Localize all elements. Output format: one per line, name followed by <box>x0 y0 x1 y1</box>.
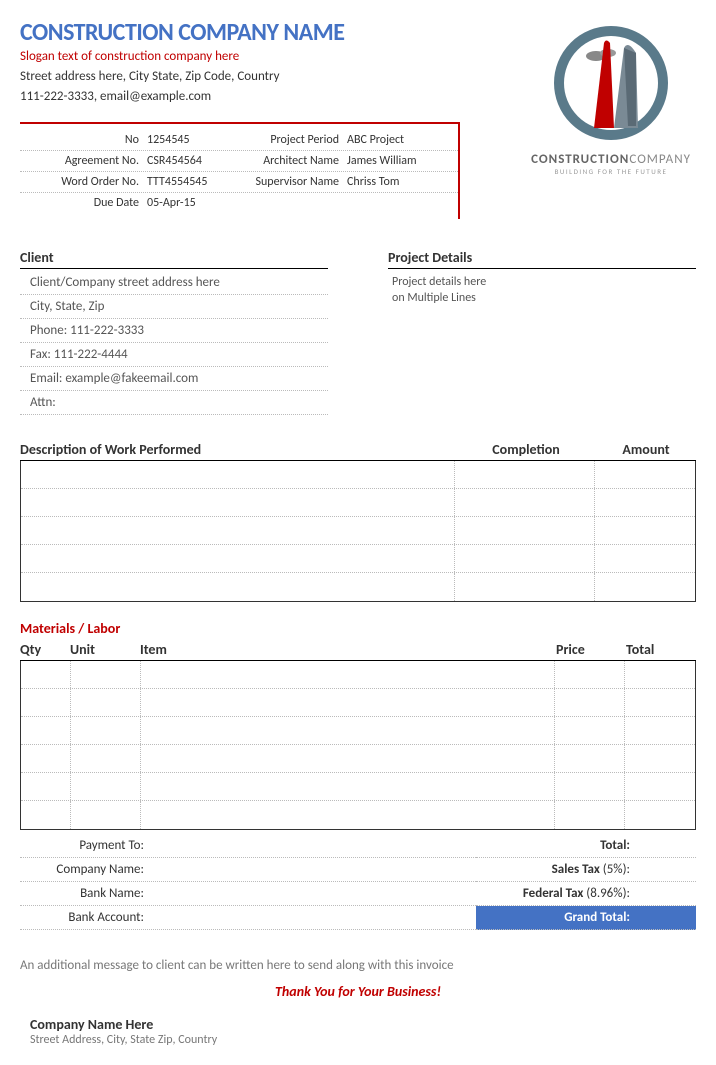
meta-no-value: 1254545 <box>145 133 235 147</box>
federal-tax-label: Federal Tax <box>523 886 583 901</box>
payment-bank-label: Bank Name: <box>20 886 150 901</box>
meta-supervisor-label: Supervisor Name <box>235 175 345 189</box>
client-attn: Attn: <box>20 391 328 415</box>
meta-agreement-label: Agreement No. <box>20 154 145 168</box>
mat-total-header: Total <box>626 641 696 660</box>
mat-unit-header: Unit <box>70 641 140 660</box>
materials-header: Qty Unit Item Price Total <box>20 641 696 661</box>
thank-you: Thank You for Your Business! <box>20 983 696 1000</box>
meta-period-value: ABC Project <box>345 133 458 147</box>
project-meta: No 1254545 Project Period ABC Project Ag… <box>20 122 460 219</box>
logo-tagline: BUILDING FOR THE FUTURE <box>526 167 696 176</box>
payment-to-label: Payment To: <box>20 838 150 853</box>
meta-duedate-label: Due Date <box>20 196 145 210</box>
footer-message: An additional message to client can be w… <box>20 958 696 973</box>
company-logo: CONSTRUCTIONCOMPANY BUILDING FOR THE FUT… <box>526 18 696 176</box>
client-box: Client Client/Company street address her… <box>20 249 328 415</box>
sales-tax-label: Sales Tax <box>552 862 600 877</box>
payment-info: Payment To: Company Name: Bank Name: Ban… <box>20 834 476 930</box>
footer-address: Street Address, City, State Zip, Country <box>20 1033 696 1047</box>
client-citystate: City, State, Zip <box>20 295 328 319</box>
payment-company-label: Company Name: <box>20 862 150 877</box>
meta-no-label: No <box>20 133 145 147</box>
project-details-box: Project Details Project details here on … <box>388 249 696 415</box>
sales-tax-pct: (5%): <box>600 862 630 877</box>
mat-item-header: Item <box>140 641 556 660</box>
totals-block: Total: Sales Tax (5%): Federal Tax (8.96… <box>476 834 696 930</box>
project-details-title: Project Details <box>388 249 696 269</box>
work-table <box>20 461 696 602</box>
work-amount-header: Amount <box>596 441 696 460</box>
work-completion-header: Completion <box>456 441 596 460</box>
document-header: CONSTRUCTION COMPANY NAME Slogan text of… <box>20 18 696 104</box>
federal-tax-pct: (8.96%): <box>583 886 630 901</box>
meta-period-label: Project Period <box>235 133 345 147</box>
payment-account-label: Bank Account: <box>20 910 150 925</box>
mat-qty-header: Qty <box>20 641 70 660</box>
project-line1: Project details here <box>392 275 692 291</box>
meta-architect-label: Architect Name <box>235 154 345 168</box>
client-address: Client/Company street address here <box>20 271 328 295</box>
project-line2: on Multiple Lines <box>392 291 692 307</box>
meta-wordorder-value: TTT4554545 <box>145 175 235 189</box>
footer-company: Company Name Here <box>20 1016 696 1033</box>
grand-total-label: Grand Total: <box>476 910 636 925</box>
work-desc-header: Description of Work Performed <box>20 441 456 460</box>
client-email: Email: example@fakeemail.com <box>20 367 328 391</box>
meta-wordorder-label: Word Order No. <box>20 175 145 189</box>
logo-brand: CONSTRUCTIONCOMPANY <box>526 152 696 167</box>
meta-architect-value: James William <box>345 154 458 168</box>
materials-table <box>20 661 696 830</box>
meta-duedate-value: 05-Apr-15 <box>145 196 235 210</box>
total-label: Total: <box>600 838 630 853</box>
client-title: Client <box>20 249 328 269</box>
meta-agreement-value: CSR454564 <box>145 154 235 168</box>
logo-icon <box>546 18 676 148</box>
client-phone: Phone: 111-222-3333 <box>20 319 328 343</box>
work-header: Description of Work Performed Completion… <box>20 441 696 461</box>
client-fax: Fax: 111-222-4444 <box>20 343 328 367</box>
meta-supervisor-value: Chriss Tom <box>345 175 458 189</box>
materials-title: Materials / Labor <box>20 620 696 637</box>
mat-price-header: Price <box>556 641 626 660</box>
